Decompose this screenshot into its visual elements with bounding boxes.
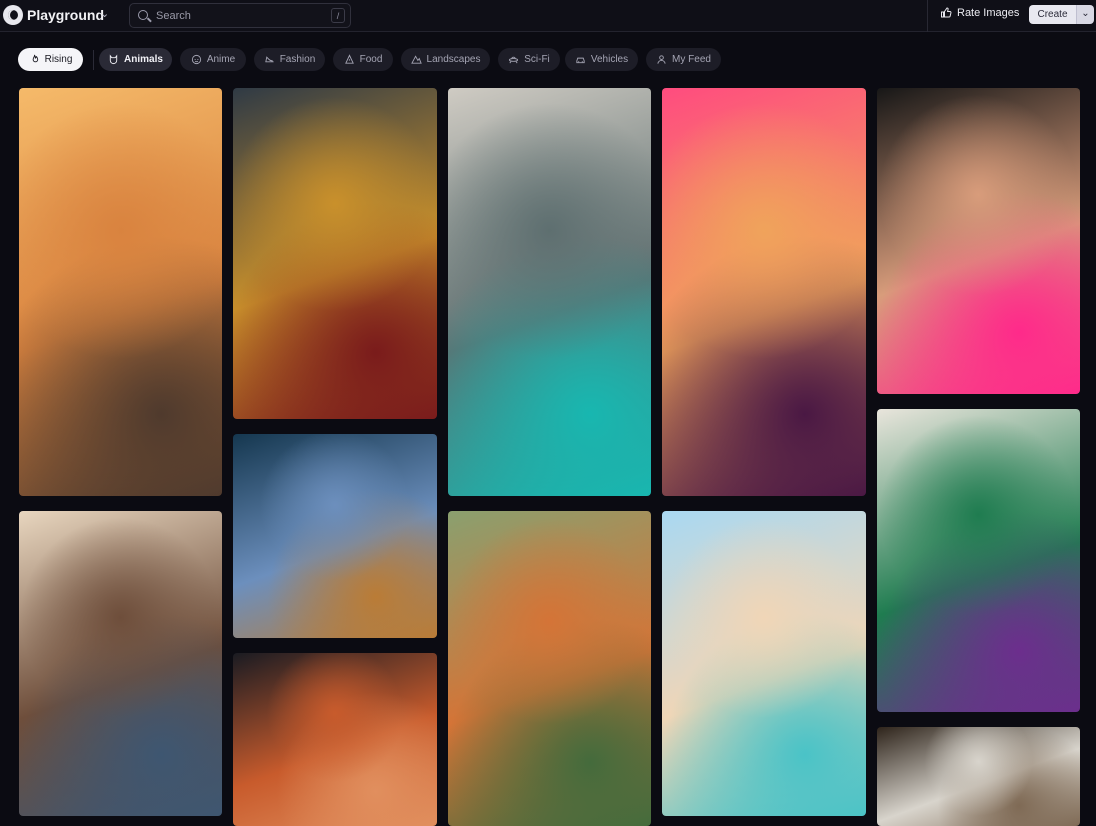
tile-white-curls[interactable]	[877, 727, 1080, 826]
rate-images-label: Rate Images	[957, 7, 1020, 19]
thumbs-up-icon	[941, 7, 952, 18]
app-brand-title[interactable]: Playground	[27, 7, 104, 23]
brand-dropdown-chevron-icon[interactable]: ⌄	[100, 7, 109, 20]
tile-cat[interactable]	[19, 88, 222, 496]
filter-sci-fi[interactable]: Sci-Fi	[498, 48, 560, 71]
filter-animals[interactable]: Animals	[99, 48, 172, 71]
tile-beach-shells[interactable]	[662, 511, 866, 816]
mountain-icon	[410, 55, 422, 64]
tile-masked-woman[interactable]	[233, 88, 437, 419]
pizza-slice-icon	[344, 54, 354, 64]
filter-food[interactable]: Food	[333, 48, 393, 71]
filter-landscapes[interactable]: Landscapes	[401, 48, 490, 71]
top-navigation-bar: Playground ⌄ / Rate Images Create ⌄	[0, 0, 1096, 32]
tile-woman-white-top[interactable]	[19, 511, 222, 816]
playground-logo-icon[interactable]	[3, 5, 23, 25]
tile-green-dress[interactable]	[877, 409, 1080, 712]
filter-food-label: Food	[359, 54, 383, 65]
filter-vehicles[interactable]: Vehicles	[565, 48, 638, 71]
tile-fox-girl[interactable]	[448, 511, 651, 826]
car-icon	[576, 57, 585, 64]
filter-fashion-label: Fashion	[279, 54, 316, 65]
filter-anime-label: Anime	[206, 54, 236, 65]
tile-mohawk-woman[interactable]	[877, 88, 1080, 394]
filter-landscapes-label: Landscapes	[426, 54, 481, 65]
filter-sci-fi-label: Sci-Fi	[524, 54, 550, 65]
filter-anime[interactable]: Anime	[180, 48, 246, 71]
header-divider	[927, 0, 928, 32]
rate-images-button[interactable]: Rate Images	[940, 7, 1019, 19]
filter-fashion[interactable]: Fashion	[254, 48, 325, 71]
create-button[interactable]: Create	[1029, 5, 1076, 24]
cat-icon	[109, 54, 118, 65]
filter-rising-label: Rising	[44, 54, 73, 65]
search-input[interactable]	[156, 8, 316, 24]
filter-rising[interactable]: Rising	[18, 48, 83, 71]
search-box[interactable]: /	[129, 3, 351, 28]
filter-my-feed[interactable]: My Feed	[646, 48, 721, 71]
tile-pink-dancer[interactable]	[662, 88, 866, 496]
create-dropdown-chevron-icon[interactable]: ⌄	[1076, 5, 1094, 24]
search-icon	[138, 10, 148, 20]
tile-forest-moon[interactable]	[233, 434, 437, 638]
flame-icon	[32, 54, 38, 63]
tile-redhead-braid[interactable]	[233, 653, 437, 826]
ufo-icon	[509, 56, 519, 64]
shoe-icon	[265, 56, 274, 63]
filter-my-feed-label: My Feed	[672, 54, 711, 65]
filter-vehicles-label: Vehicles	[590, 54, 629, 65]
filter-animals-label: Animals	[124, 54, 163, 65]
tile-ink-woman[interactable]	[448, 88, 651, 496]
anime-face-icon	[191, 54, 201, 65]
search-shortcut-badge: /	[331, 8, 345, 23]
user-icon	[657, 55, 666, 64]
filter-divider	[93, 50, 94, 70]
